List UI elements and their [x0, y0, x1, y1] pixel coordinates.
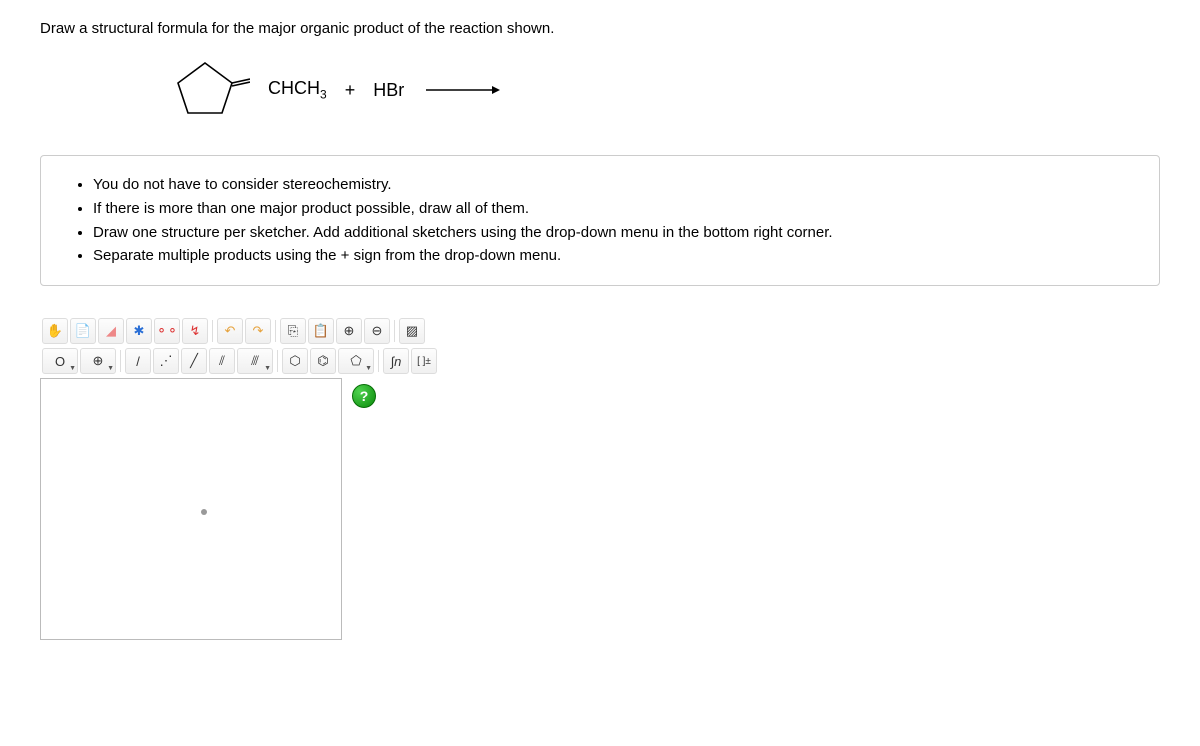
bracket-tool-icon[interactable]: [ ]±	[411, 348, 437, 374]
optimize-icon[interactable]: ↯	[182, 318, 208, 344]
instruction-item: If there is more than one major product …	[93, 198, 1137, 220]
instructions-box: You do not have to consider stereochemis…	[40, 155, 1160, 286]
cyclopentane-structure	[170, 55, 250, 125]
dashed-bond-icon[interactable]: ⋰	[153, 348, 179, 374]
zoom-in-icon[interactable]: ⊕	[336, 318, 362, 344]
paste-icon[interactable]: 📋	[308, 318, 334, 344]
undo-icon[interactable]: ↶	[217, 318, 243, 344]
benzene-ring-icon[interactable]: ⌬	[310, 348, 336, 374]
sketcher-widget: ✋ 📄 ◢ ✱ ⚬⚬ ↯ ↶ ↷ ⎘ 📋 ⊕ ⊖ ▨ O▼ ⊕▼ / ⋰ ╱ ⫽…	[40, 316, 580, 640]
charge-dropdown[interactable]: ⊕▼	[80, 348, 116, 374]
reaction-scheme: CHCH3 + HBr	[170, 55, 1160, 125]
double-bond-icon[interactable]: ⫽	[209, 348, 235, 374]
single-bond-icon[interactable]: /	[125, 348, 151, 374]
triple-bond-dropdown[interactable]: ⫻▼	[237, 348, 273, 374]
open-file-icon[interactable]: 📄	[70, 318, 96, 344]
hexagon-ring-icon[interactable]: ⬡	[282, 348, 308, 374]
instruction-item: Separate multiple products using the + s…	[93, 245, 1137, 267]
instruction-item: You do not have to consider stereochemis…	[93, 174, 1137, 196]
plus-sign: +	[345, 80, 356, 101]
reagent-hbr: HBr	[373, 80, 404, 101]
sketcher-toolbar: ✋ 📄 ◢ ✱ ⚬⚬ ↯ ↶ ↷ ⎘ 📋 ⊕ ⊖ ▨ O▼ ⊕▼ / ⋰ ╱ ⫽…	[40, 316, 580, 378]
center-icon[interactable]: ✱	[126, 318, 152, 344]
erase-icon[interactable]: ◢	[98, 318, 124, 344]
redo-icon[interactable]: ↷	[245, 318, 271, 344]
wedge-bond-icon[interactable]: ╱	[181, 348, 207, 374]
copy-icon[interactable]: ⎘	[280, 318, 306, 344]
substituent-label: CHCH3	[268, 78, 327, 102]
chain-tool-icon[interactable]: ∫n	[383, 348, 409, 374]
question-text: Draw a structural formula for the major …	[40, 20, 1160, 37]
atom-dropdown[interactable]: O▼	[42, 348, 78, 374]
hand-tool-icon[interactable]: ✋	[42, 318, 68, 344]
pentagon-ring-dropdown[interactable]: ⬠▼	[338, 348, 374, 374]
instruction-item: Draw one structure per sketcher. Add add…	[93, 222, 1137, 244]
sketcher-canvas[interactable]	[40, 378, 342, 640]
color-icon[interactable]: ▨	[399, 318, 425, 344]
clean-icon[interactable]: ⚬⚬	[154, 318, 180, 344]
help-button[interactable]: ?	[352, 384, 376, 408]
zoom-out-icon[interactable]: ⊖	[364, 318, 390, 344]
canvas-start-dot	[201, 509, 207, 515]
reaction-arrow	[422, 80, 502, 100]
